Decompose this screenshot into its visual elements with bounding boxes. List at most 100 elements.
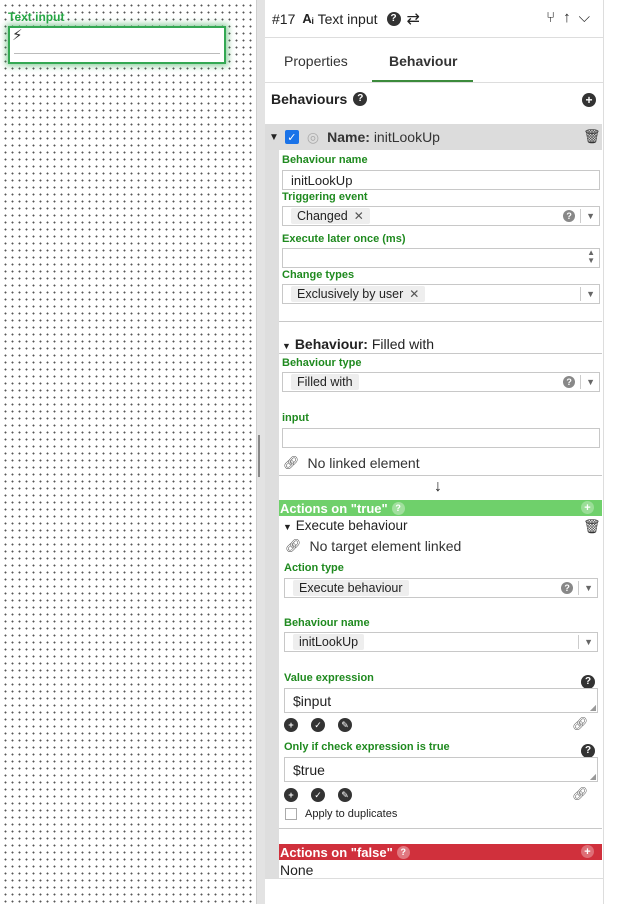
triggering-event-chip: Changed ✕ bbox=[291, 208, 370, 224]
link-icon[interactable]: 🔗︎ bbox=[572, 786, 589, 802]
apply-duplicates-checkbox[interactable] bbox=[285, 808, 297, 820]
behaviour-type-label: Behaviour type bbox=[282, 357, 362, 369]
link-icon[interactable]: 🔗︎ bbox=[285, 538, 302, 554]
element-type-title: Text input bbox=[317, 10, 378, 27]
apply-duplicates-row[interactable]: Apply to duplicates bbox=[285, 808, 397, 820]
swap-icon[interactable]: ⇄ bbox=[407, 9, 420, 29]
validate-icon[interactable]: ✓ bbox=[311, 718, 325, 732]
linked-element-row[interactable]: 🔗︎ No linked element bbox=[283, 455, 420, 471]
target-behaviour-name-select[interactable]: initLookUp ▼ bbox=[284, 632, 598, 652]
add-variable-icon[interactable]: + bbox=[284, 718, 298, 732]
resize-grip-icon[interactable]: ◢ bbox=[590, 703, 596, 712]
no-linked-element-text: No linked element bbox=[307, 455, 420, 471]
target-behaviour-name-label: Behaviour name bbox=[284, 617, 370, 629]
behaviour-type-value: Filled with bbox=[297, 375, 353, 389]
action-type-select[interactable]: Execute behaviour ? ▼ bbox=[284, 578, 598, 598]
link-icon[interactable]: 🔗︎ bbox=[283, 455, 300, 471]
number-spinner[interactable]: ▲ ▼ bbox=[587, 249, 595, 265]
resize-grip-icon[interactable]: ◢ bbox=[590, 772, 596, 781]
link-icon[interactable]: 🔗︎ bbox=[572, 716, 589, 732]
behaviours-heading: Behaviours ? bbox=[271, 91, 368, 107]
help-icon[interactable]: ? bbox=[561, 582, 574, 594]
separator bbox=[580, 209, 582, 223]
name-value: initLookUp bbox=[373, 129, 440, 145]
behaviour-name-title: Name: initLookUp bbox=[327, 129, 440, 145]
chevron-down-icon[interactable]: ⌵ bbox=[579, 9, 590, 26]
active-tab-indicator bbox=[372, 80, 473, 82]
help-icon[interactable]: ? bbox=[386, 11, 401, 26]
enabled-checkbox[interactable]: ✓ bbox=[284, 130, 299, 144]
help-icon[interactable]: ? bbox=[563, 376, 576, 388]
tab-behaviour[interactable]: Behaviour bbox=[389, 53, 457, 69]
branch-icon[interactable]: ⑂ bbox=[546, 9, 555, 26]
help-icon[interactable]: ? bbox=[563, 210, 576, 222]
separator bbox=[580, 287, 582, 301]
delete-action-icon[interactable]: 🗑︎ bbox=[583, 518, 601, 535]
help-icon[interactable]: ? bbox=[353, 92, 368, 106]
tab-properties[interactable]: Properties bbox=[284, 53, 348, 69]
splitter-grip[interactable] bbox=[258, 435, 260, 477]
actions-false-bar: Actions on "false" ? + bbox=[279, 844, 602, 860]
input-underline bbox=[14, 53, 220, 54]
edit-icon[interactable]: ✎ bbox=[338, 718, 352, 732]
help-icon[interactable]: ? bbox=[581, 675, 595, 689]
visibility-off-icon[interactable]: ◎ bbox=[307, 129, 319, 146]
action-title-text: Execute behaviour bbox=[295, 518, 408, 533]
target-element-row[interactable]: 🔗︎ No target element linked bbox=[285, 538, 461, 554]
help-icon[interactable]: ? bbox=[581, 744, 595, 758]
actions-false-none: None bbox=[280, 862, 314, 878]
validate-icon[interactable]: ✓ bbox=[311, 788, 325, 802]
check-expression-tools: + ✓ ✎ bbox=[284, 788, 352, 802]
behaviour-name-bar[interactable]: ▼ ✓ ◎ Name: initLookUp bbox=[265, 124, 602, 150]
behaviour-name-input[interactable]: initLookUp bbox=[282, 170, 600, 190]
help-icon[interactable]: ? bbox=[391, 501, 405, 515]
help-icon[interactable]: ? bbox=[396, 845, 410, 859]
triggering-event-value: Changed bbox=[297, 209, 348, 223]
design-canvas[interactable] bbox=[0, 0, 256, 904]
behaviour-name-label: Behaviour name bbox=[282, 154, 368, 166]
canvas-widget-label: Text input bbox=[8, 10, 65, 24]
panel-gutter bbox=[265, 124, 279, 878]
dropdown-arrow-icon[interactable]: ▼ bbox=[584, 637, 593, 647]
input-param-field[interactable] bbox=[282, 428, 600, 448]
target-behaviour-chip: initLookUp bbox=[293, 634, 365, 650]
right-gutter bbox=[604, 0, 617, 904]
value-expression-input[interactable]: $input ◢ bbox=[284, 688, 598, 713]
actions-true-title: Actions on "true" bbox=[280, 500, 388, 516]
actions-false-title: Actions on "false" bbox=[280, 844, 393, 860]
collapse-caret-icon[interactable]: ▼ bbox=[282, 341, 291, 351]
no-target-text: No target element linked bbox=[309, 538, 462, 554]
collapse-caret-icon[interactable]: ▼ bbox=[283, 522, 292, 532]
action-title[interactable]: ▼ Execute behaviour bbox=[283, 518, 408, 533]
remove-chip-icon[interactable]: ✕ bbox=[354, 209, 364, 223]
dropdown-arrow-icon[interactable]: ▼ bbox=[584, 583, 593, 593]
separator bbox=[580, 375, 582, 389]
action-type-chip: Execute behaviour bbox=[293, 580, 409, 596]
dropdown-arrow-icon[interactable]: ▼ bbox=[586, 211, 595, 221]
triggering-event-select[interactable]: Changed ✕ ? ▼ bbox=[282, 206, 600, 226]
change-types-chip: Exclusively by user ✕ bbox=[291, 286, 426, 302]
section-divider bbox=[279, 828, 602, 829]
add-action-icon[interactable]: + bbox=[581, 845, 594, 858]
check-expression-input[interactable]: $true ◢ bbox=[284, 757, 598, 782]
add-behaviour-icon[interactable]: + bbox=[582, 93, 596, 107]
dropdown-arrow-icon[interactable]: ▼ bbox=[586, 289, 595, 299]
delete-behaviour-icon[interactable]: 🗑︎ bbox=[583, 128, 601, 145]
edit-icon[interactable]: ✎ bbox=[338, 788, 352, 802]
collapse-caret-icon[interactable]: ▼ bbox=[269, 132, 279, 143]
panel-bottom-divider bbox=[265, 878, 604, 879]
behaviour-section-title[interactable]: ▼ Behaviour: Filled with bbox=[282, 336, 434, 352]
panel-header: #17 Aᵢ Text input ? ⇄ ⑂ ↑ ⌵ bbox=[265, 0, 604, 38]
remove-chip-icon[interactable]: ✕ bbox=[409, 287, 419, 301]
dropdown-arrow-icon[interactable]: ▼ bbox=[586, 377, 595, 387]
move-up-icon[interactable]: ↑ bbox=[563, 9, 571, 26]
actions-true-bar: Actions on "true" ? + bbox=[279, 500, 602, 516]
behaviour-type-select[interactable]: Filled with ? ▼ bbox=[282, 372, 600, 392]
add-variable-icon[interactable]: + bbox=[284, 788, 298, 802]
change-types-select[interactable]: Exclusively by user ✕ ▼ bbox=[282, 284, 600, 304]
add-action-icon[interactable]: + bbox=[581, 501, 594, 514]
execute-later-label: Execute later once (ms) bbox=[282, 233, 406, 245]
section-divider bbox=[279, 475, 602, 476]
canvas-text-input-widget[interactable]: ⚡︎ bbox=[8, 26, 226, 64]
execute-later-input[interactable]: ▲ ▼ bbox=[282, 248, 600, 268]
